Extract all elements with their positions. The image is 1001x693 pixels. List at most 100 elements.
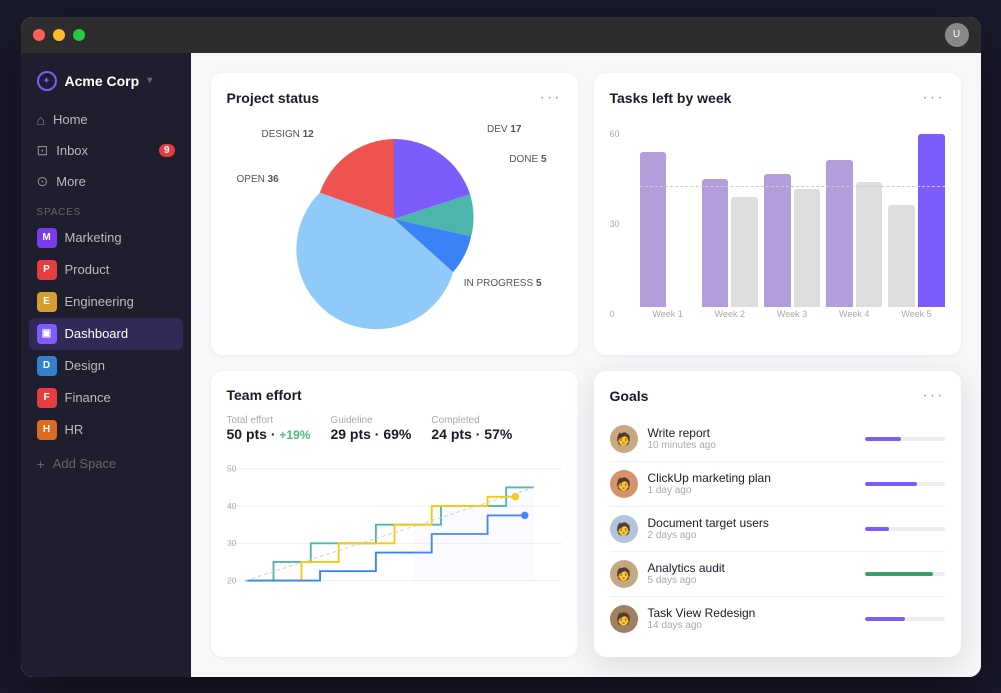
- label-open: OPEN 36: [237, 174, 279, 185]
- stat-guideline-label: Guideline: [330, 415, 411, 426]
- home-icon: ⌂: [37, 112, 45, 128]
- brand-chevron: ▾: [147, 75, 152, 86]
- nav-inbox-label: Inbox: [56, 143, 88, 158]
- goal-progress-5: [865, 617, 945, 621]
- bar-week3-b: [794, 189, 821, 307]
- step-chart-svg: 20 30 40 50: [227, 454, 562, 614]
- marketing-icon: M: [37, 228, 57, 248]
- bar-chart-inner: 60 30 0 Week 1: [610, 119, 945, 339]
- maximize-button[interactable]: [73, 29, 85, 41]
- brand-icon: ✦: [37, 71, 57, 91]
- brand-logo[interactable]: ✦ Acme Corp ▾: [29, 65, 183, 105]
- sidebar-item-dashboard[interactable]: ▣ Dashboard: [29, 318, 183, 350]
- y-label-60: 60: [610, 129, 620, 139]
- close-button[interactable]: [33, 29, 45, 41]
- goal-write-report: 🧑 Write report 10 minutes ago: [610, 417, 945, 462]
- project-status-menu[interactable]: ···: [540, 89, 562, 107]
- bar-week3-label: Week 3: [777, 309, 807, 319]
- sidebar-item-engineering[interactable]: E Engineering: [29, 286, 183, 318]
- hr-icon: H: [37, 420, 57, 440]
- label-inprogress: IN PROGRESS 5: [464, 278, 542, 289]
- goal-info-3: Document target users 2 days ago: [648, 516, 855, 541]
- engineering-label: Engineering: [65, 294, 134, 309]
- bar-week2: Week 2: [702, 179, 758, 319]
- add-space-icon: +: [37, 456, 45, 472]
- bar-week3: Week 3: [764, 174, 820, 319]
- step-chart: 20 30 40 50: [227, 454, 562, 614]
- goal-avatar-3: 🧑: [610, 515, 638, 543]
- label-dev: DEV 17: [487, 124, 521, 135]
- inbox-icon: ⊡: [37, 142, 49, 159]
- goal-analytics: 🧑 Analytics audit 5 days ago: [610, 552, 945, 597]
- goal-avatar-2: 🧑: [610, 470, 638, 498]
- stat-guideline: Guideline 29 pts · 69%: [330, 415, 411, 442]
- goals-header: Goals ···: [610, 387, 945, 405]
- goal-progress-2: [865, 482, 945, 486]
- goals-card: Goals ··· 🧑 Write report 10 minutes ago …: [594, 371, 961, 657]
- bar-week2-bars: [702, 179, 758, 307]
- goal-name-4: Analytics audit: [648, 561, 855, 575]
- goal-document: 🧑 Document target users 2 days ago: [610, 507, 945, 552]
- bar-week5-bars: [888, 134, 944, 307]
- goal-info-5: Task View Redesign 14 days ago: [648, 606, 855, 631]
- stat-completed: Completed 24 pts · 57%: [431, 415, 512, 442]
- sidebar-item-hr[interactable]: H HR: [29, 414, 183, 446]
- sidebar-item-product[interactable]: P Product: [29, 254, 183, 286]
- goal-name-2: ClickUp marketing plan: [648, 471, 855, 485]
- minimize-button[interactable]: [53, 29, 65, 41]
- bar-week2-a: [702, 179, 729, 307]
- dashed-guideline: [640, 186, 945, 187]
- bar-week1: Week 1: [640, 152, 696, 319]
- spaces-label: Spaces: [29, 197, 183, 222]
- title-bar: U: [21, 17, 981, 53]
- tasks-title: Tasks left by week: [610, 90, 732, 106]
- sidebar-item-finance[interactable]: F Finance: [29, 382, 183, 414]
- goal-progress-1: [865, 437, 945, 441]
- nav-more[interactable]: ⊙ More: [29, 166, 183, 197]
- nav-inbox[interactable]: ⊡ Inbox 9: [29, 135, 183, 166]
- pie-chart-container: DEV 17 DONE 5 IN PROGRESS 5 OPEN 36 DESI…: [227, 119, 562, 319]
- add-space-button[interactable]: + Add Space: [29, 450, 183, 478]
- goal-info-4: Analytics audit 5 days ago: [648, 561, 855, 586]
- shaded-area: [413, 487, 534, 580]
- bar-week1-a: [640, 152, 667, 307]
- nav-home[interactable]: ⌂ Home: [29, 105, 183, 135]
- goal-fill-5: [865, 617, 905, 621]
- goals-menu[interactable]: ···: [923, 387, 945, 405]
- bar-chart: 60 30 0 Week 1: [610, 119, 945, 339]
- goal-fill-4: [865, 572, 933, 576]
- bar-week5-a: [888, 205, 915, 307]
- app-window: U ✦ Acme Corp ▾ ⌂ Home ⊡ Inbox 9 ⊙ More: [21, 17, 981, 677]
- stat-total-label: Total effort: [227, 415, 311, 426]
- stat-total-change: +19%: [279, 428, 310, 442]
- tasks-menu[interactable]: ···: [923, 89, 945, 107]
- goal-time-1: 10 minutes ago: [648, 440, 855, 451]
- finance-label: Finance: [65, 390, 111, 405]
- user-avatar[interactable]: U: [945, 23, 969, 47]
- goal-fill-2: [865, 482, 917, 486]
- bar-week5-label: Week 5: [901, 309, 931, 319]
- dashboard-label: Dashboard: [65, 326, 129, 341]
- sidebar-item-design[interactable]: D Design: [29, 350, 183, 382]
- nav-more-label: More: [56, 174, 86, 189]
- goal-name-1: Write report: [648, 426, 855, 440]
- bar-week3-a: [764, 174, 791, 307]
- brand-name: Acme Corp: [65, 73, 140, 89]
- bar-week4-b: [856, 182, 883, 307]
- sidebar-item-marketing[interactable]: M Marketing: [29, 222, 183, 254]
- goal-avatar-4: 🧑: [610, 560, 638, 588]
- finance-icon: F: [37, 388, 57, 408]
- design-icon: D: [37, 356, 57, 376]
- bar-week1-bars: [640, 152, 696, 307]
- goal-info-1: Write report 10 minutes ago: [648, 426, 855, 451]
- goal-name-5: Task View Redesign: [648, 606, 855, 620]
- goal-progress-3: [865, 527, 945, 531]
- stat-completed-label: Completed: [431, 415, 512, 426]
- sidebar: ✦ Acme Corp ▾ ⌂ Home ⊡ Inbox 9 ⊙ More Sp…: [21, 53, 191, 677]
- goal-clickup: 🧑 ClickUp marketing plan 1 day ago: [610, 462, 945, 507]
- svg-text:30: 30: [227, 538, 237, 548]
- bar-week4-bars: [826, 160, 882, 307]
- product-label: Product: [65, 262, 110, 277]
- bar-week5-b: [918, 134, 945, 307]
- bar-week3-bars: [764, 174, 820, 307]
